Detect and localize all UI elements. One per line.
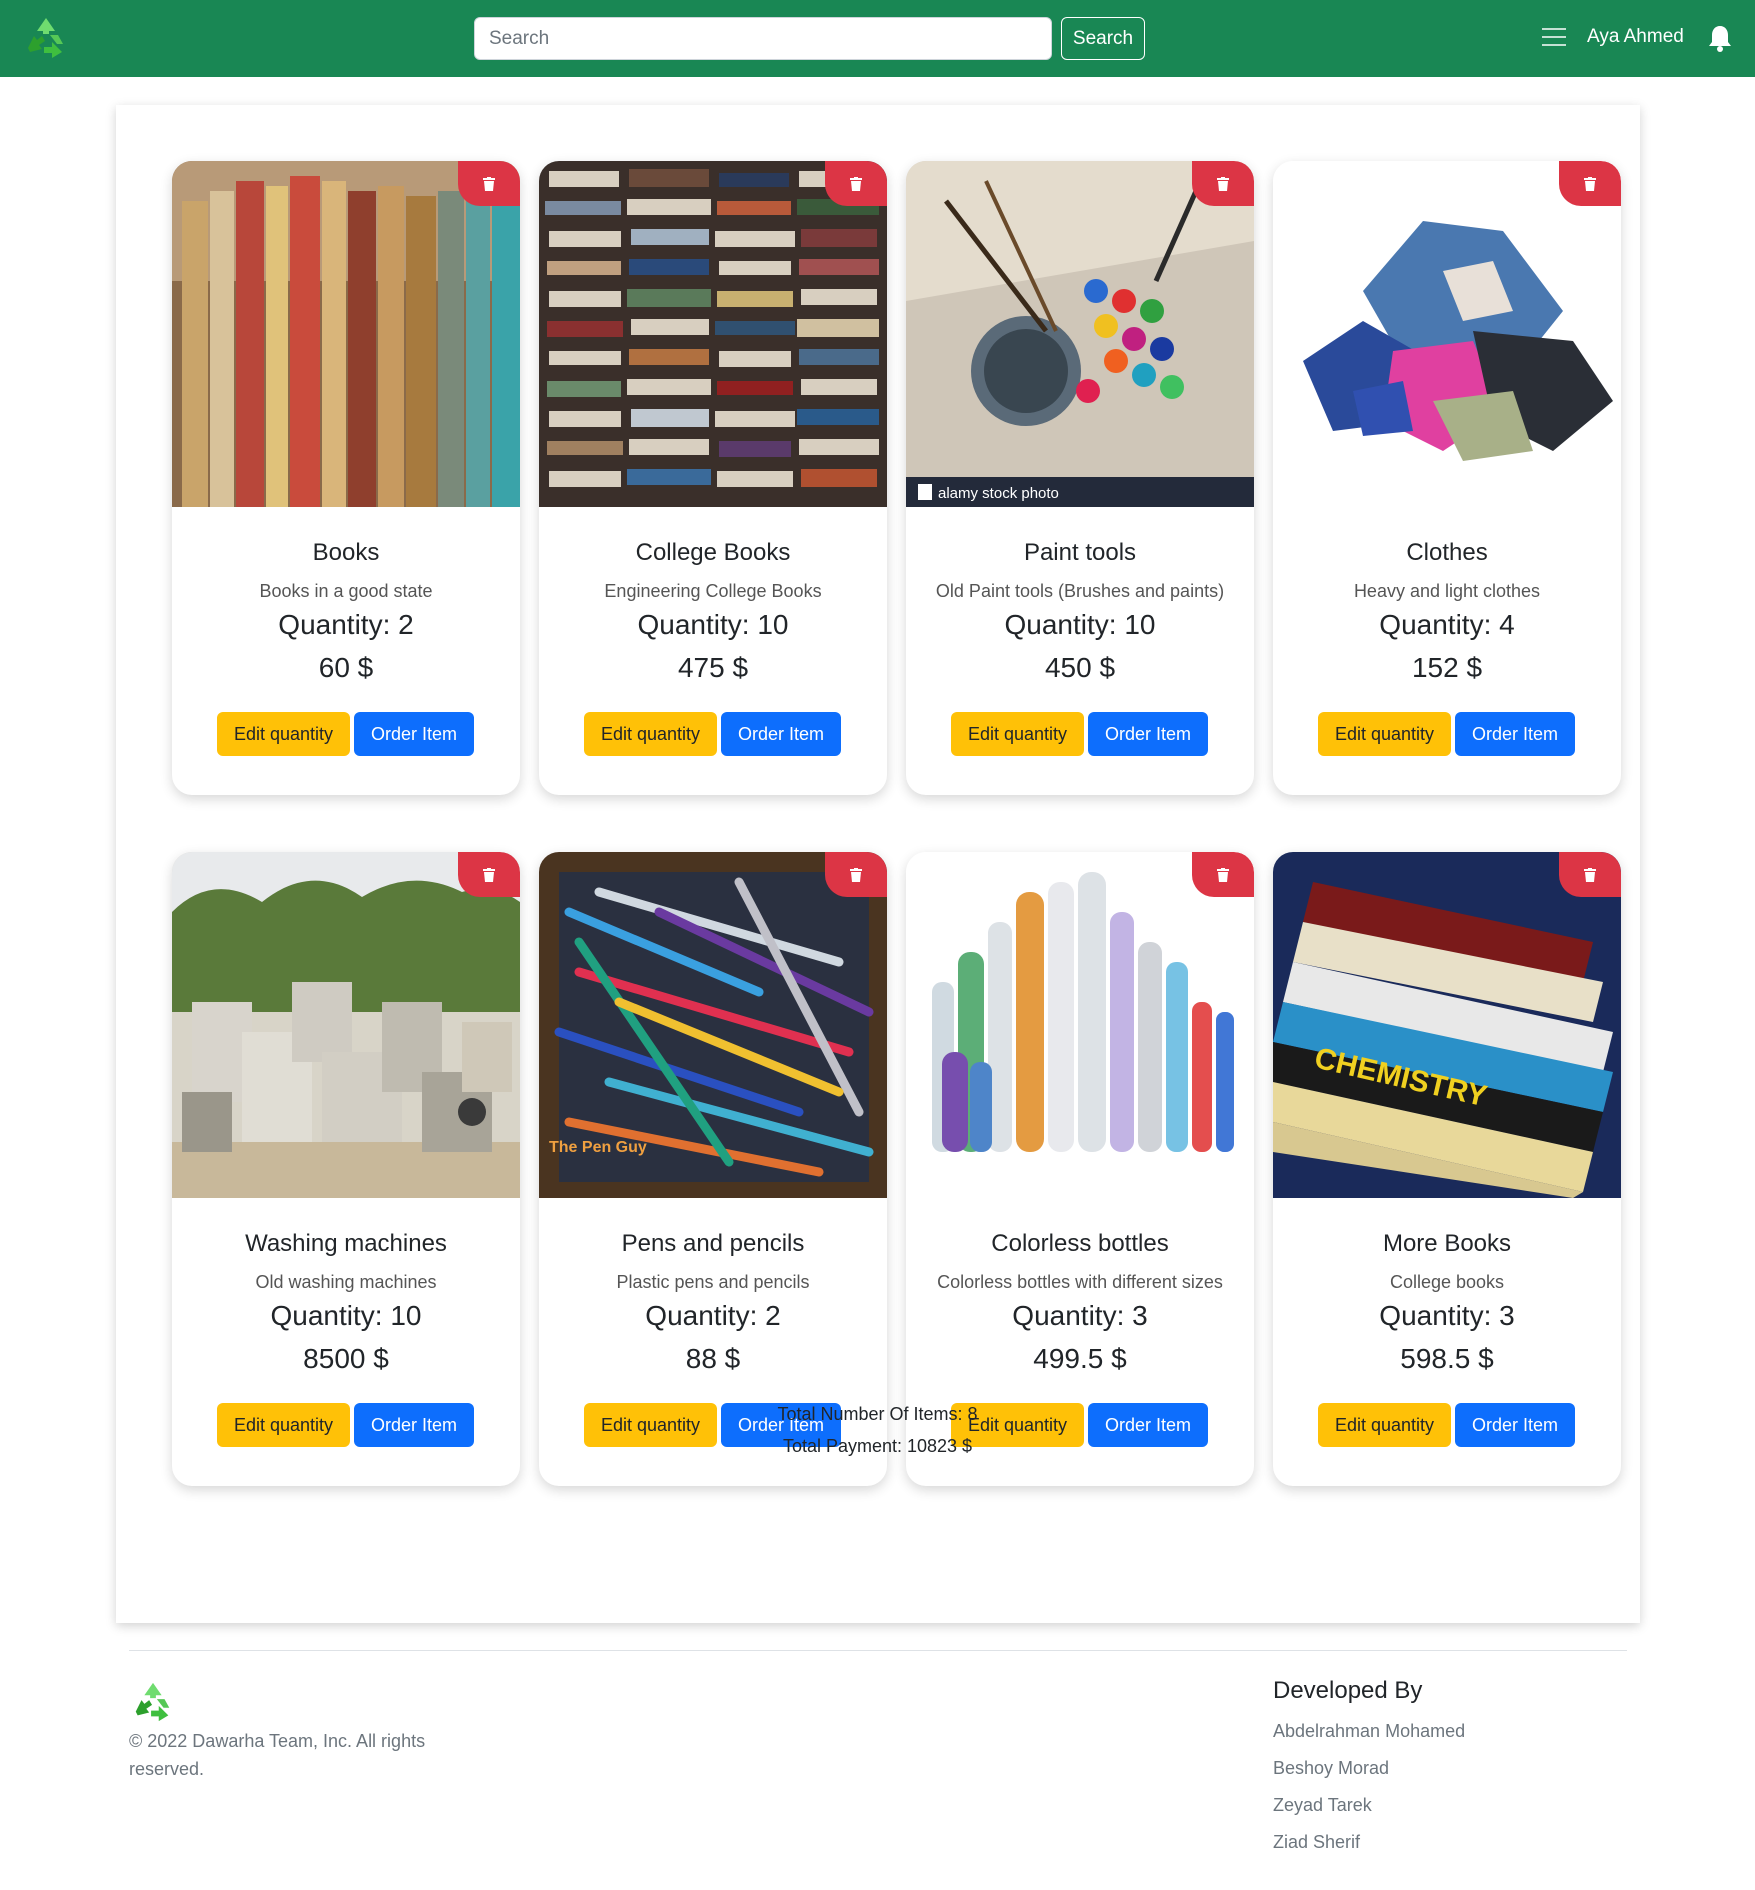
delete-item-button[interactable] [1559, 852, 1621, 897]
hamburger-menu-icon[interactable] [1542, 28, 1566, 48]
order-item-button[interactable]: Order Item [721, 712, 841, 756]
edit-quantity-button[interactable]: Edit quantity [1318, 712, 1451, 756]
recycle-logo-icon[interactable] [22, 14, 70, 62]
item-quantity: Quantity: 4 [1379, 609, 1515, 640]
order-item-button[interactable]: Order Item [1455, 712, 1575, 756]
trash-icon [483, 176, 495, 191]
user-name-link[interactable]: Aya Ahmed [1587, 26, 1684, 48]
bottles-image [906, 852, 1254, 1198]
image-watermark-text: alamy stock photo [938, 485, 1059, 502]
item-card: alamy stock photo Paint tools Old Paint … [906, 161, 1254, 795]
item-description: Books in a good state [259, 581, 433, 601]
recycle-logo-icon[interactable] [129, 1679, 177, 1725]
item-card: CHEMISTRY More Books College books Quant… [1273, 852, 1621, 1486]
scrap-appliances-image [172, 852, 520, 1198]
item-price: 499.5 $ [1033, 1343, 1127, 1374]
item-price: 60 $ [318, 652, 374, 683]
item-title: Colorless bottles [991, 1230, 1169, 1257]
item-title: College Books [635, 539, 791, 566]
developer-list: Abdelrahman Mohamed Beshoy Morad Zeyad T… [1273, 1717, 1465, 1865]
search-input[interactable] [474, 17, 1052, 60]
item-title: Clothes [1406, 539, 1488, 566]
delete-item-button[interactable] [1192, 161, 1254, 206]
trash-icon [850, 867, 862, 882]
item-quantity: Quantity: 10 [637, 609, 789, 640]
books-on-shelf-image [172, 161, 520, 507]
item-price: 8500 $ [303, 1343, 389, 1374]
search-button[interactable]: Search [1061, 17, 1145, 60]
item-price: 475 $ [677, 652, 749, 683]
item-quantity: Quantity: 10 [270, 1300, 422, 1331]
item-card: Washing machines Old washing machines Qu… [172, 852, 520, 1486]
item-price: 88 $ [685, 1343, 741, 1374]
trash-icon [1217, 176, 1229, 191]
edit-quantity-button[interactable]: Edit quantity [217, 712, 350, 756]
order-item-button[interactable]: Order Item [1088, 712, 1208, 756]
item-quantity: Quantity: 3 [1379, 1300, 1515, 1331]
item-description: Heavy and light clothes [1353, 581, 1541, 601]
item-card: Books Books in a good state Quantity: 2 … [172, 161, 520, 795]
delete-item-button[interactable] [458, 852, 520, 897]
order-item-button[interactable]: Order Item [354, 712, 474, 756]
delete-item-button[interactable] [825, 161, 887, 206]
item-price: 152 $ [1411, 652, 1483, 683]
item-description: Colorless bottles with different sizes [937, 1272, 1223, 1292]
paint-tools-image: alamy stock photo [906, 161, 1254, 507]
item-description: Plastic pens and pencils [616, 1272, 810, 1292]
item-card: The Pen Guy Pens and pencils Plastic pen… [539, 852, 887, 1486]
item-quantity: Quantity: 10 [1004, 609, 1156, 640]
item-quantity: Quantity: 3 [1012, 1300, 1148, 1331]
item-description: Engineering College Books [604, 581, 822, 601]
trash-icon [1584, 176, 1596, 191]
item-description: Old washing machines [255, 1272, 437, 1292]
copyright-text: © 2022 Dawarha Team, Inc. All rights res… [129, 1731, 426, 1779]
item-price: 598.5 $ [1400, 1343, 1494, 1374]
developer-link[interactable]: Beshoy Morad [1273, 1754, 1465, 1791]
trash-icon [1584, 867, 1596, 882]
item-card: Colorless bottles Colorless bottles with… [906, 852, 1254, 1486]
textbook-stack-image: CHEMISTRY [1273, 852, 1621, 1198]
trash-icon [483, 867, 495, 882]
developer-link[interactable]: Ziad Sherif [1273, 1828, 1465, 1865]
item-price: 450 $ [1044, 652, 1116, 683]
item-card: College Books Engineering College Books … [539, 161, 887, 795]
item-description: Old Paint tools (Brushes and paints) [935, 581, 1225, 601]
total-items-count: Total Number Of Items: 8 [777, 1404, 978, 1424]
developed-by-heading: Developed By [1273, 1677, 1423, 1704]
clothes-pile-image [1273, 161, 1621, 507]
item-title: Paint tools [1023, 539, 1137, 566]
item-quantity: Quantity: 2 [278, 609, 414, 640]
item-quantity: Quantity: 2 [645, 1300, 781, 1331]
item-title: Washing machines [245, 1230, 447, 1257]
cart-totals: Total Number Of Items: 8 Total Payment: … [0, 1398, 1755, 1462]
item-title: Books [312, 539, 380, 566]
navbar: Search Aya Ahmed [0, 0, 1755, 77]
delete-item-button[interactable] [825, 852, 887, 897]
delete-item-button[interactable] [1192, 852, 1254, 897]
developer-link[interactable]: Zeyad Tarek [1273, 1791, 1465, 1828]
developer-link[interactable]: Abdelrahman Mohamed [1273, 1717, 1465, 1754]
delete-item-button[interactable] [1559, 161, 1621, 206]
total-payment: Total Payment: 10823 $ [782, 1436, 973, 1456]
item-card: Clothes Heavy and light clothes Quantity… [1273, 161, 1621, 795]
trash-icon [1217, 867, 1229, 882]
item-description: College books [1389, 1272, 1505, 1292]
image-logo-text: The Pen Guy [549, 1139, 647, 1156]
edit-quantity-button[interactable]: Edit quantity [951, 712, 1084, 756]
edit-quantity-button[interactable]: Edit quantity [584, 712, 717, 756]
item-title: More Books [1382, 1230, 1512, 1257]
delete-item-button[interactable] [458, 161, 520, 206]
stacked-books-image [539, 161, 887, 507]
notification-bell-icon[interactable] [1707, 24, 1733, 52]
trash-icon [850, 176, 862, 191]
pens-box-image: The Pen Guy [539, 852, 887, 1198]
item-title: Pens and pencils [621, 1230, 805, 1257]
footer-divider [129, 1650, 1627, 1651]
